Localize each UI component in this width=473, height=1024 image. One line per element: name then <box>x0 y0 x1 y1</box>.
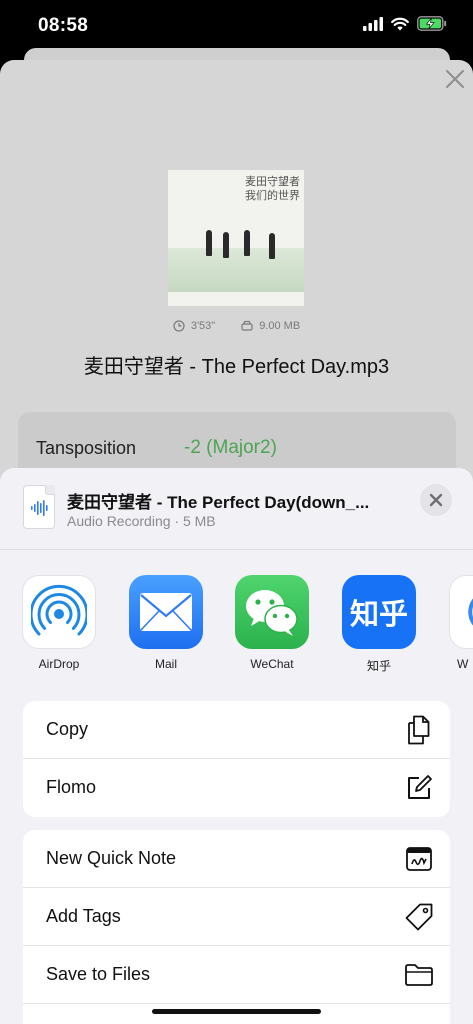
action-next-row-partial[interactable] <box>23 1004 450 1024</box>
home-indicator <box>152 1009 321 1014</box>
wechat-icon <box>235 575 309 649</box>
action-label: New Quick Note <box>46 848 177 868</box>
share-actions-group-1: Copy Flomo <box>23 701 450 817</box>
action-save-to-files[interactable]: Save to Files <box>23 946 450 1004</box>
share-sheet: 麦田守望者 - The Perfect Day(down_... Audio R… <box>0 468 473 1024</box>
quick-note-icon <box>404 844 434 874</box>
partial-app-icon <box>449 575 473 649</box>
duration-value: 3'53" <box>190 320 216 332</box>
band-member-figure <box>223 232 229 258</box>
status-bar: 08:58 <box>0 0 473 50</box>
action-add-tags[interactable]: Add Tags <box>23 888 450 946</box>
share-header: 麦田守望者 - The Perfect Day(down_... Audio R… <box>0 468 473 550</box>
status-time: 08:58 <box>38 15 89 36</box>
share-app-label: 知乎 <box>366 659 391 673</box>
share-app-label: WeChat <box>250 657 294 671</box>
player-close-button[interactable] <box>442 66 468 92</box>
action-copy[interactable]: Copy <box>23 701 450 759</box>
share-app-wechat[interactable]: WeChat <box>235 575 309 671</box>
album-photo-band <box>168 248 304 292</box>
band-member-figure <box>206 230 212 256</box>
status-icons <box>363 16 447 31</box>
cellular-signal-icon <box>363 16 383 31</box>
size-meta: 9.00 MB <box>241 320 300 332</box>
compose-icon <box>404 773 434 803</box>
action-label: Copy <box>46 719 89 739</box>
share-app-label: Mail <box>154 657 177 671</box>
band-member-figure <box>244 230 250 256</box>
audio-file-icon <box>23 485 55 529</box>
share-app-label: W <box>457 657 469 671</box>
action-label: Save to Files <box>46 964 151 984</box>
zhihu-icon: 知乎 <box>342 575 416 649</box>
airdrop-icon <box>22 575 96 649</box>
share-apps-row: AirDrop Mail WeChat 知乎 知乎 W <box>22 575 473 675</box>
storage-icon <box>241 320 253 331</box>
zhihu-icon-text: 知乎 <box>349 597 408 631</box>
copy-icon <box>404 715 434 745</box>
close-icon <box>446 70 464 88</box>
transposition-value[interactable]: -2 (Major2) <box>184 437 277 459</box>
size-value: 9.00 MB <box>259 320 301 332</box>
share-close-button[interactable] <box>420 484 452 516</box>
mail-icon <box>129 575 203 649</box>
close-icon <box>429 493 443 507</box>
file-title: 麦田守望者 - The Perfect Day.mp3 <box>83 356 390 378</box>
share-app-label: AirDrop <box>38 657 80 671</box>
action-label: Flomo <box>46 777 97 797</box>
action-label: Add Tags <box>46 906 121 926</box>
band-member-figure <box>269 233 275 259</box>
album-artwork: 麦田守望者 我们的世界 <box>168 170 304 306</box>
folder-icon <box>404 960 434 990</box>
share-file-subtitle: Audio Recording · 5 MB <box>67 513 216 529</box>
share-file-title: 麦田守望者 - The Perfect Day(down_... <box>67 493 370 512</box>
clock-icon <box>173 320 185 332</box>
transposition-label: Tansposition <box>36 438 137 458</box>
battery-charging-icon <box>417 16 447 31</box>
share-app-partial[interactable]: W <box>449 575 473 671</box>
action-flomo[interactable]: Flomo <box>23 759 450 817</box>
share-app-mail[interactable]: Mail <box>129 575 203 671</box>
duration-meta: 3'53" <box>173 320 215 332</box>
share-actions-group-2: New Quick Note Add Tags Save to Files <box>23 830 450 1024</box>
action-new-quick-note[interactable]: New Quick Note <box>23 830 450 888</box>
album-text-line2: 我们的世界 <box>245 189 300 202</box>
share-app-airdrop[interactable]: AirDrop <box>22 575 96 671</box>
track-meta: 3'53" 9.00 MB <box>0 320 473 332</box>
share-app-zhihu[interactable]: 知乎 知乎 <box>342 575 416 674</box>
tag-icon <box>404 902 434 932</box>
wifi-icon <box>391 17 409 30</box>
